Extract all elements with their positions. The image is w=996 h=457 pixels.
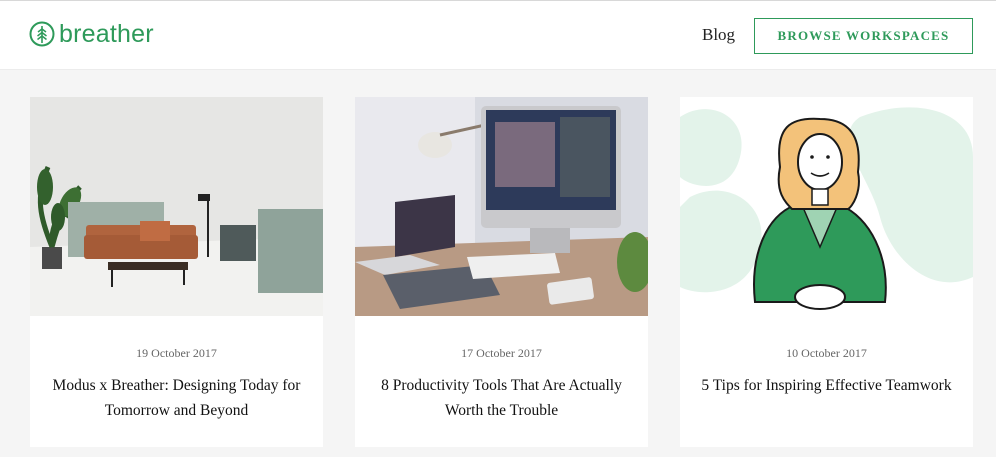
nav-blog-link[interactable]: Blog	[702, 24, 735, 46]
post-date: 17 October 2017	[461, 346, 542, 360]
site-header: breather Blog BROWSE WORKSPACES	[0, 0, 996, 70]
lounge-furniture-image[interactable]	[30, 97, 323, 316]
post-title[interactable]: 5 Tips for Inspiring Effective Teamwork	[700, 373, 953, 398]
browse-workspaces-button[interactable]: BROWSE WORKSPACES	[754, 18, 973, 54]
tree-icon	[29, 21, 55, 47]
blog-card[interactable]: 10 October 2017 5 Tips for Inspiring Eff…	[680, 97, 973, 447]
businesswoman-illustration[interactable]	[680, 97, 973, 316]
desk-workspace-image[interactable]	[355, 97, 648, 316]
post-title[interactable]: 8 Productivity Tools That Are Actually W…	[375, 373, 628, 423]
post-date: 10 October 2017	[786, 346, 867, 360]
blog-card[interactable]: 17 October 2017 8 Productivity Tools Tha…	[355, 97, 648, 447]
logo-text: breather	[59, 20, 154, 48]
logo[interactable]: breather	[29, 20, 154, 48]
post-title[interactable]: Modus x Breather: Designing Today for To…	[50, 373, 303, 423]
blog-card[interactable]: 19 October 2017 Modus x Breather: Design…	[30, 97, 323, 447]
post-date: 19 October 2017	[136, 346, 217, 360]
